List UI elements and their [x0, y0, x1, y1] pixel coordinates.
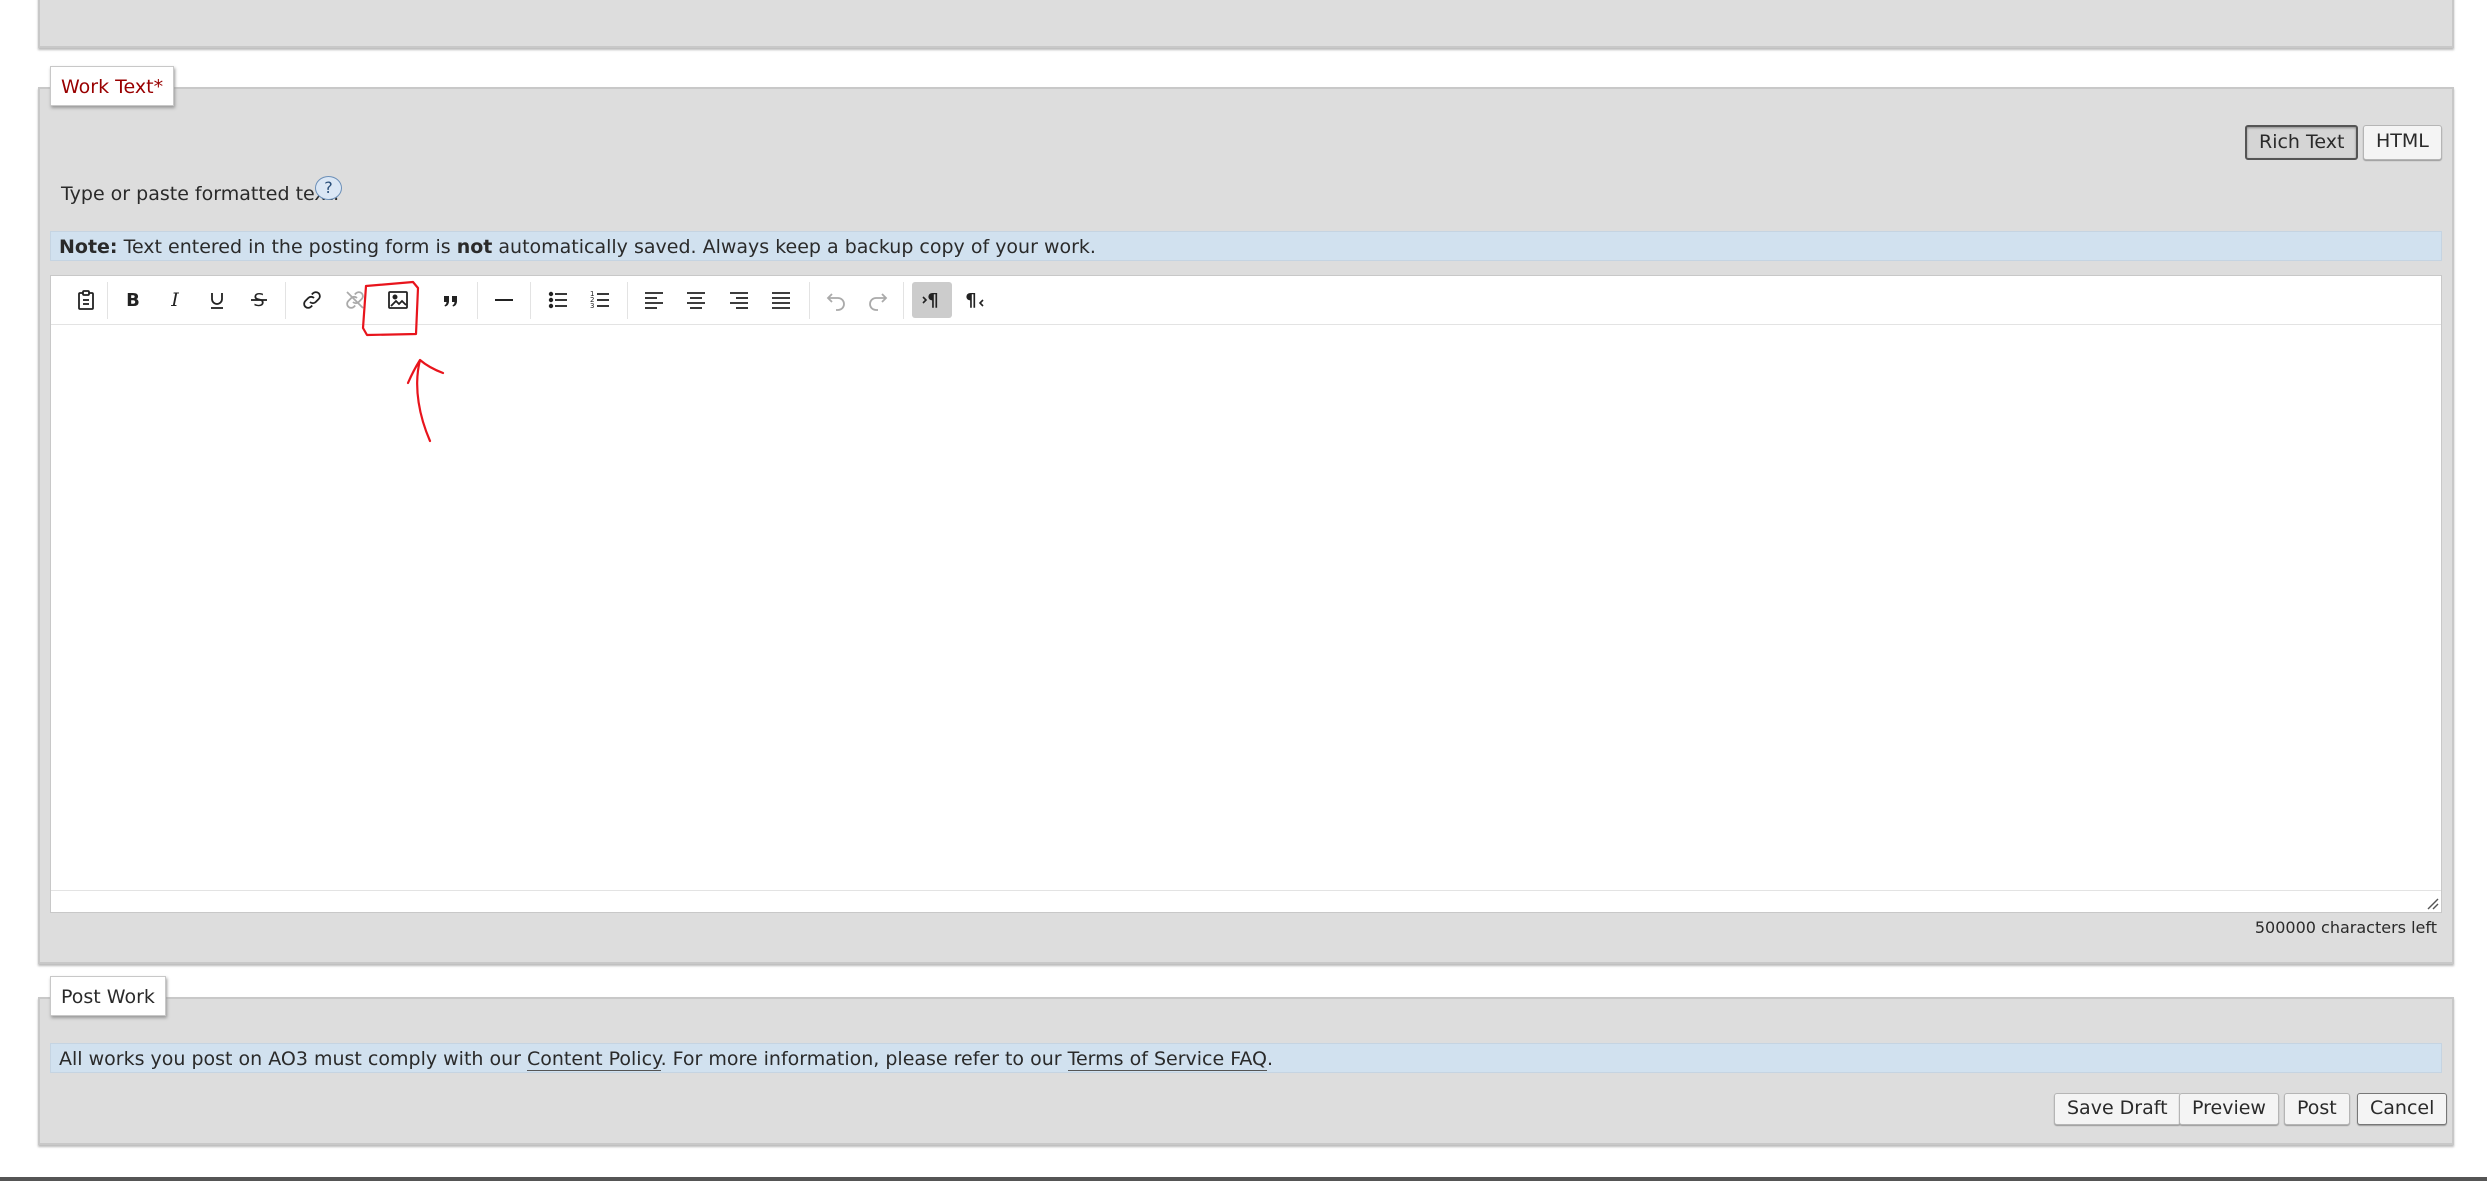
rich-text-button[interactable]: Rich Text [2245, 125, 2359, 160]
toolbar-separator [809, 282, 810, 319]
content-policy-notice: All works you post on AO3 must comply wi… [50, 1043, 2442, 1073]
svg-text:B: B [126, 290, 140, 311]
svg-text:¶: ¶ [965, 290, 976, 311]
align-center-icon[interactable] [679, 282, 713, 318]
notice-text-3: . [1267, 1048, 1274, 1070]
rich-text-editor: B I S 1 2 3 ¶ ¶ [50, 275, 2442, 913]
bold-icon[interactable]: B [116, 282, 150, 318]
notice-text-2: . For more information, please refer to … [660, 1048, 1068, 1070]
page-bottom-border [0, 1177, 2487, 1181]
editor-status-bar [51, 890, 2441, 912]
strikethrough-icon[interactable]: S [242, 282, 276, 318]
resize-handle-icon[interactable] [2425, 896, 2439, 910]
link-icon[interactable] [295, 282, 329, 318]
note-label: Note: [59, 236, 118, 258]
preview-button[interactable]: Preview [2179, 1093, 2279, 1125]
post-button[interactable]: Post [2284, 1093, 2350, 1125]
required-mark: * [153, 76, 164, 98]
horizontal-rule-icon[interactable] [487, 282, 521, 318]
autosave-note: Note: Text entered in the posting form i… [50, 231, 2442, 261]
tos-faq-link[interactable]: Terms of Service FAQ [1067, 1048, 1268, 1071]
image-icon[interactable] [381, 282, 415, 318]
underline-icon[interactable] [200, 282, 234, 318]
toolbar-separator [530, 282, 531, 319]
save-draft-button[interactable]: Save Draft [2054, 1093, 2181, 1125]
svg-text:I: I [170, 289, 179, 311]
work-text-legend: Work Text* [50, 66, 175, 106]
align-right-icon[interactable] [722, 282, 756, 318]
editor-content-area[interactable] [51, 325, 2441, 890]
svg-text:¶: ¶ [927, 290, 938, 311]
align-left-icon[interactable] [637, 282, 671, 318]
toolbar-separator [627, 282, 628, 319]
note-text-2: automatically saved. Always keep a backu… [492, 236, 1096, 258]
editor-toolbar: B I S 1 2 3 ¶ ¶ [51, 276, 2441, 325]
editor-hint: Type or paste formatted text. [61, 183, 340, 205]
ltr-icon[interactable]: ¶ [912, 282, 952, 318]
bullet-list-icon[interactable] [541, 282, 575, 318]
html-button[interactable]: HTML [2363, 125, 2442, 160]
undo-icon[interactable] [819, 282, 853, 318]
notice-text-1: All works you post on AO3 must comply wi… [59, 1048, 527, 1070]
content-policy-link[interactable]: Content Policy [527, 1048, 661, 1071]
previous-fieldset [38, 0, 2454, 48]
justify-icon[interactable] [764, 282, 798, 318]
rtl-icon[interactable]: ¶ [956, 282, 990, 318]
blockquote-icon[interactable] [434, 282, 468, 318]
toolbar-separator [903, 282, 904, 319]
note-text-1: Text entered in the posting form is [117, 236, 457, 258]
numbered-list-icon[interactable]: 123 [583, 282, 617, 318]
toolbar-separator [107, 282, 108, 319]
italic-icon[interactable]: I [158, 282, 192, 318]
characters-left-counter: 500000 characters left [2254, 918, 2437, 937]
toolbar-separator [477, 282, 478, 319]
paste-icon[interactable] [69, 282, 103, 318]
cancel-button[interactable]: Cancel [2357, 1093, 2448, 1125]
redo-icon[interactable] [861, 282, 895, 318]
post-work-legend: Post Work [50, 976, 166, 1016]
unlink-icon[interactable] [338, 282, 372, 318]
svg-text:3: 3 [590, 302, 594, 310]
note-bold: not [456, 236, 493, 258]
help-icon[interactable]: ? [315, 176, 342, 200]
work-text-legend-label: Work Text [61, 76, 154, 98]
toolbar-separator [285, 282, 286, 319]
